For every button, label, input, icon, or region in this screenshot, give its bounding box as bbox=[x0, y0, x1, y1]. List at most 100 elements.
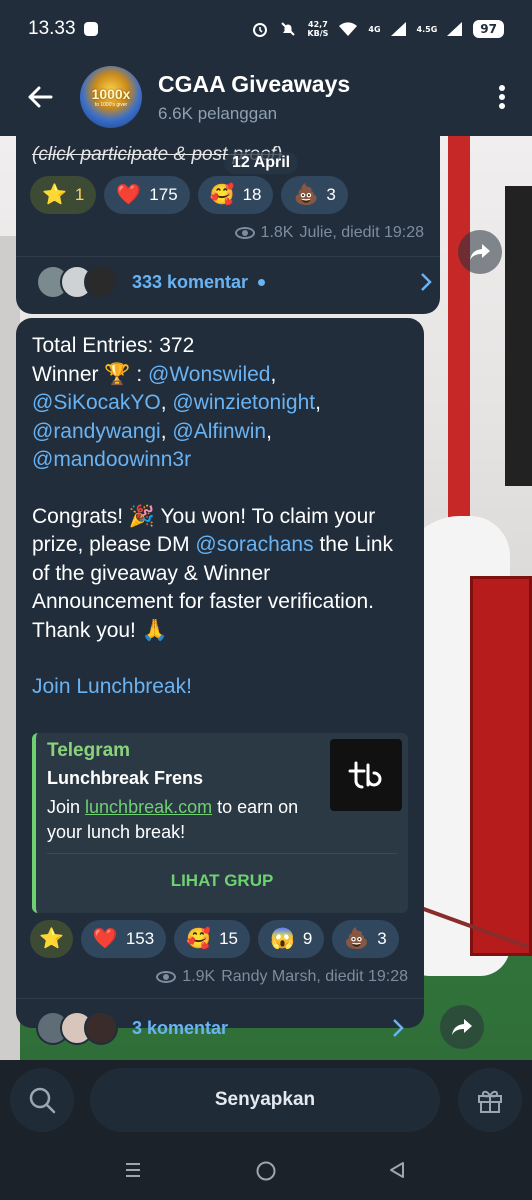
author-time: Julie, diedit 19:28 bbox=[299, 224, 424, 241]
winner-prefix: Winner 🏆 : bbox=[32, 362, 149, 386]
reaction-heart[interactable]: ❤️ 153 bbox=[80, 920, 167, 958]
more-vertical-icon bbox=[499, 85, 505, 109]
divider bbox=[16, 998, 424, 999]
message-bubble-2[interactable]: Total Entries: 372 Winner 🏆 : @Wonswiled… bbox=[16, 318, 424, 1045]
recent-apps-icon[interactable] bbox=[124, 1161, 142, 1179]
chevron-right-icon bbox=[393, 1019, 404, 1037]
message-meta: 1.8K Julie, diedit 19:28 bbox=[234, 224, 424, 242]
signal-bars-icon bbox=[390, 22, 406, 36]
net-speed: 42,7 KB/S bbox=[307, 20, 328, 38]
mention-link[interactable]: @Alfinwin bbox=[172, 420, 266, 443]
share-arrow-icon bbox=[470, 244, 490, 260]
dm-mention-link[interactable]: @sorachans bbox=[195, 533, 313, 556]
eye-icon bbox=[156, 971, 177, 983]
alarm-icon bbox=[253, 23, 268, 37]
status-icons: 42,7 KB/S 4G 4.5G 97 bbox=[251, 20, 504, 38]
divider bbox=[16, 256, 440, 257]
mention-link[interactable]: @SiKocakYO bbox=[32, 391, 161, 414]
comments-link[interactable]: 333 komentar bbox=[36, 260, 432, 304]
reaction-smiling-hearts[interactable]: 🥰 15 bbox=[174, 920, 251, 958]
wifi-icon bbox=[339, 22, 358, 36]
mention-link[interactable]: @Wonswiled bbox=[148, 363, 270, 386]
chevron-right-icon bbox=[421, 273, 432, 291]
reaction-count: 3 bbox=[326, 185, 336, 204]
avatar bbox=[84, 265, 118, 299]
preview-title: Lunchbreak Frens bbox=[47, 768, 204, 788]
preview-site: Telegram bbox=[47, 740, 131, 761]
reaction-count: 175 bbox=[149, 185, 178, 204]
battery-indicator: 97 bbox=[473, 20, 504, 38]
reaction-poop[interactable]: 💩 3 bbox=[281, 176, 348, 214]
author-time: Randy Marsh, diedit 19:28 bbox=[221, 968, 408, 985]
winners-line: Winner 🏆 : @Wonswiled, @SiKocakYO, @winz… bbox=[32, 362, 321, 472]
view-group-button[interactable]: LIHAT GRUP bbox=[47, 853, 397, 909]
view-count: 1.8K bbox=[260, 224, 294, 241]
mute-bell-icon bbox=[281, 22, 296, 36]
signal-45g-label: 4.5G bbox=[416, 24, 438, 34]
poop-icon: 💩 bbox=[293, 184, 319, 206]
gift-button[interactable] bbox=[458, 1068, 522, 1132]
share-arrow-icon bbox=[452, 1019, 472, 1035]
net-speed-value: 42,7 bbox=[308, 20, 328, 29]
congrats-text: Congrats! 🎉 You won! To claim your prize… bbox=[32, 503, 412, 646]
channel-avatar[interactable]: 1000x to 1000's giver bbox=[80, 66, 142, 128]
home-icon[interactable] bbox=[255, 1160, 277, 1182]
forward-button[interactable] bbox=[458, 230, 502, 274]
bg-shape-box bbox=[470, 576, 532, 956]
mute-button[interactable]: Senyapkan bbox=[90, 1068, 440, 1132]
reaction-heart[interactable]: ❤️ 175 bbox=[104, 176, 190, 214]
reaction-star[interactable]: ⭐ bbox=[30, 920, 73, 958]
channel-info[interactable]: CGAA Giveaways 6.6K pelanggan bbox=[158, 71, 350, 124]
net-speed-unit: KB/S bbox=[307, 29, 329, 38]
star-icon: ⭐ bbox=[42, 184, 67, 206]
heart-icon: ❤️ bbox=[116, 184, 142, 206]
arrow-left-icon bbox=[28, 86, 53, 108]
link-preview[interactable]: Telegram Lunchbreak Frens Join lunchbrea… bbox=[32, 733, 408, 913]
star-icon: ⭐ bbox=[39, 928, 64, 950]
message-meta: 1.9K Randy Marsh, diedit 19:28 bbox=[156, 968, 408, 986]
reaction-count: 3 bbox=[377, 929, 387, 948]
reaction-screaming[interactable]: 😱 9 bbox=[258, 920, 325, 958]
signal-bars-icon-2 bbox=[447, 22, 463, 36]
comments-count: 333 komentar bbox=[132, 271, 249, 292]
mention-link[interactable]: @randywangi bbox=[32, 420, 161, 443]
logo-text: 1000x bbox=[91, 86, 131, 102]
reaction-count: 9 bbox=[302, 929, 313, 948]
mention-link[interactable]: @winzietonight bbox=[172, 391, 315, 414]
status-bar: 13.33 42,7 KB/S 4G 4.5G 97 bbox=[0, 0, 532, 58]
join-link[interactable]: Join Lunchbreak! bbox=[32, 673, 412, 702]
reactions-row: ⭐ 1 ❤️ 175 🥰 18 💩 3 bbox=[30, 176, 348, 214]
back-nav-icon[interactable] bbox=[388, 1161, 406, 1179]
avatar bbox=[84, 1011, 118, 1045]
chat-header: 1000x to 1000's giver CGAA Giveaways 6.6… bbox=[0, 58, 532, 136]
status-time: 13.33 bbox=[28, 18, 76, 39]
forward-button[interactable] bbox=[440, 1005, 484, 1049]
total-entries: Total Entries: 372 bbox=[32, 334, 195, 357]
search-button[interactable] bbox=[10, 1068, 74, 1132]
preview-url-link[interactable]: lunchbreak.com bbox=[85, 797, 212, 817]
gift-icon bbox=[478, 1090, 502, 1113]
search-icon bbox=[29, 1087, 56, 1114]
reaction-poop[interactable]: 💩 3 bbox=[332, 920, 399, 958]
commenter-avatars bbox=[36, 1011, 118, 1045]
mention-link[interactable]: @mandoowinn3r bbox=[32, 448, 191, 471]
reaction-star[interactable]: ⭐ 1 bbox=[30, 176, 97, 214]
notification-icon bbox=[83, 22, 98, 36]
comments-count: 3 komentar bbox=[132, 1017, 229, 1038]
reaction-count: 18 bbox=[242, 185, 262, 204]
heart-icon: ❤️ bbox=[92, 928, 118, 950]
date-badge: 12 April bbox=[224, 152, 299, 174]
comments-link[interactable]: 3 komentar bbox=[36, 1006, 404, 1050]
bg-shape-dark bbox=[505, 186, 532, 486]
more-menu-button[interactable] bbox=[472, 58, 532, 136]
signal-4g-label: 4G bbox=[368, 24, 381, 34]
preview-desc-a: Join bbox=[47, 797, 86, 817]
back-button[interactable] bbox=[0, 58, 80, 136]
poop-icon: 💩 bbox=[344, 928, 370, 950]
logo-subtext: to 1000's giver bbox=[94, 102, 128, 108]
reaction-smiling-hearts[interactable]: 🥰 18 bbox=[197, 176, 274, 214]
lunchbreak-logo-icon bbox=[348, 761, 382, 789]
message-body: Total Entries: 372 Winner 🏆 : @Wonswiled… bbox=[32, 332, 412, 702]
channel-title: CGAA Giveaways bbox=[158, 70, 351, 97]
